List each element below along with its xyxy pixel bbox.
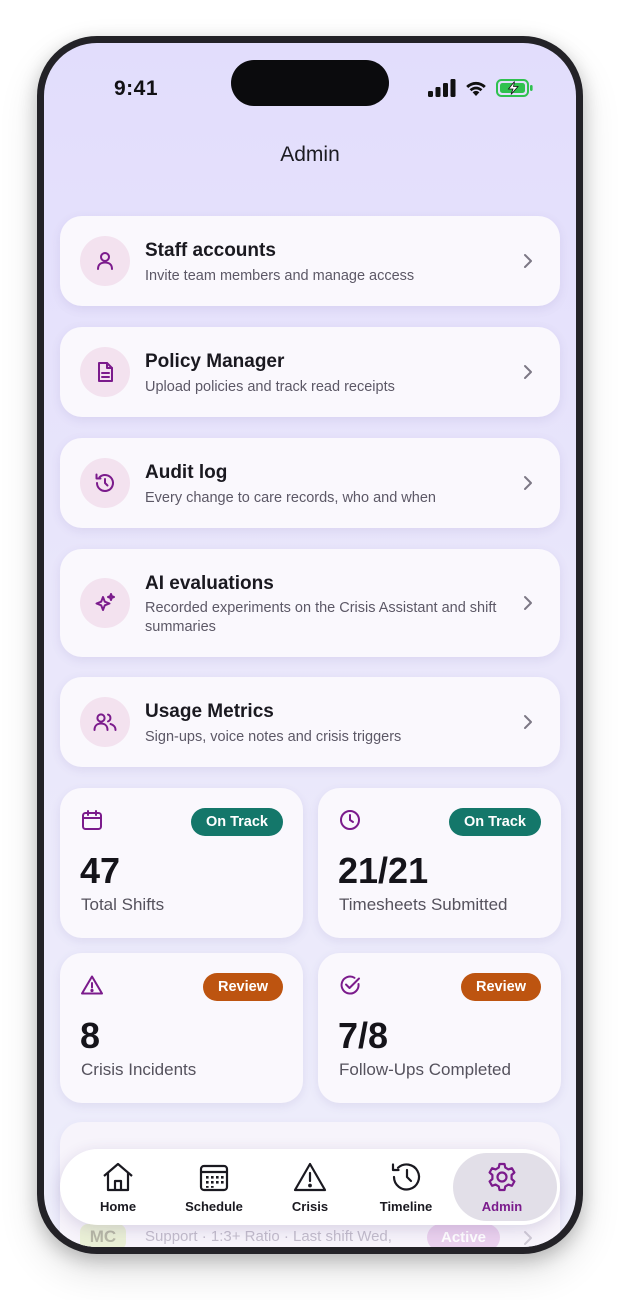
warning-icon bbox=[81, 975, 103, 995]
tab-schedule[interactable]: Schedule bbox=[166, 1149, 262, 1225]
chevron-right-icon bbox=[524, 365, 532, 379]
tab-timeline[interactable]: Timeline bbox=[358, 1149, 454, 1225]
menu-title: AI evaluations bbox=[145, 573, 274, 594]
stat-card-crisis-incidents[interactable]: Review 8 Crisis Incidents bbox=[60, 953, 303, 1103]
person-icon bbox=[80, 236, 130, 286]
clock-icon bbox=[340, 810, 360, 830]
tab-label: Crisis bbox=[291, 1199, 329, 1214]
tab-label: Schedule bbox=[185, 1199, 243, 1214]
users-icon bbox=[80, 697, 130, 747]
menu-title: Usage Metrics bbox=[145, 701, 274, 722]
menu-title: Staff accounts bbox=[145, 240, 276, 261]
status-badge: Active bbox=[427, 1224, 501, 1247]
stat-label: Total Shifts bbox=[81, 895, 165, 914]
stat-label: Timesheets Submitted bbox=[339, 895, 508, 914]
status-icons bbox=[428, 78, 534, 98]
tab-home[interactable]: Home bbox=[70, 1149, 166, 1225]
tab-admin[interactable]: Admin bbox=[453, 1149, 557, 1225]
chevron-right-icon bbox=[524, 715, 532, 729]
stat-value: 8 bbox=[80, 1015, 101, 1056]
battery-icon bbox=[496, 79, 533, 97]
menu-subtitle: Sign-ups, voice notes and crisis trigger… bbox=[145, 729, 402, 745]
warning-icon bbox=[293, 1162, 327, 1192]
history-icon bbox=[80, 458, 130, 508]
menu-card-policy-manager[interactable]: Policy Manager Upload policies and track… bbox=[60, 327, 560, 417]
menu-subtitle: Every change to care records, who and wh… bbox=[145, 490, 436, 506]
stat-card-timesheets[interactable]: On Track 21/21 Timesheets Submitted bbox=[318, 788, 561, 938]
menu-subtitle: Recorded experiments on the Crisis Assis… bbox=[145, 600, 497, 635]
stat-value: 47 bbox=[80, 850, 121, 891]
menu-subtitle: Upload policies and track read receipts bbox=[145, 379, 395, 395]
stat-value: 7/8 bbox=[338, 1015, 389, 1056]
menu-subtitle: Invite team members and manage access bbox=[145, 268, 415, 284]
chevron-right-icon bbox=[524, 596, 532, 610]
status-time: 9:41 bbox=[114, 77, 159, 100]
gear-icon bbox=[488, 1162, 516, 1192]
tab-label: Admin bbox=[481, 1199, 523, 1214]
status-badge: Review bbox=[203, 973, 283, 1001]
stat-label: Follow-Ups Completed bbox=[339, 1060, 511, 1079]
stat-card-follow-ups[interactable]: Review 7/8 Follow-Ups Completed bbox=[318, 953, 561, 1103]
chevron-right-icon bbox=[524, 476, 532, 490]
sparkle-icon bbox=[80, 578, 130, 628]
chevron-right-icon bbox=[524, 1231, 532, 1245]
chevron-right-icon bbox=[524, 254, 532, 268]
avatar: MC bbox=[80, 1224, 126, 1247]
stat-card-total-shifts[interactable]: On Track 47 Total Shifts bbox=[60, 788, 303, 938]
menu-card-staff-accounts[interactable]: Staff accounts Invite team members and m… bbox=[60, 216, 560, 306]
dynamic-island bbox=[231, 60, 389, 106]
menu-title: Audit log bbox=[145, 462, 228, 483]
stat-label: Crisis Incidents bbox=[81, 1060, 197, 1079]
phone-frame: 9:41 Admin Staff accounts Invite team me… bbox=[37, 36, 583, 1254]
tab-label: Timeline bbox=[379, 1199, 433, 1214]
bottom-tab-bar: Home Schedule Crisis Timeline Admin bbox=[60, 1149, 560, 1225]
calendar-grid-icon bbox=[199, 1164, 229, 1192]
menu-title: Policy Manager bbox=[145, 351, 285, 372]
app-screen: 9:41 Admin Staff accounts Invite team me… bbox=[44, 43, 576, 1247]
check-circle-icon bbox=[340, 975, 360, 995]
wifi-icon bbox=[466, 81, 486, 96]
page-title: Admin bbox=[280, 143, 340, 166]
tab-crisis[interactable]: Crisis bbox=[262, 1149, 358, 1225]
status-badge: On Track bbox=[190, 808, 283, 836]
history-icon bbox=[391, 1163, 421, 1191]
menu-card-ai-evaluations[interactable]: AI evaluations Recorded experiments on t… bbox=[60, 549, 560, 657]
tab-label: Home bbox=[99, 1199, 137, 1214]
menu-card-usage-metrics[interactable]: Usage Metrics Sign-ups, voice notes and … bbox=[60, 677, 560, 767]
status-badge: Review bbox=[461, 973, 541, 1001]
staff-subtitle: Support · 1:3+ Ratio · Last shift Wed, bbox=[145, 1228, 392, 1245]
menu-card-audit-log[interactable]: Audit log Every change to care records, … bbox=[60, 438, 560, 528]
document-icon bbox=[80, 347, 130, 397]
signal-icon bbox=[428, 79, 456, 97]
status-badge: On Track bbox=[448, 808, 541, 836]
calendar-icon bbox=[82, 810, 102, 830]
stat-value: 21/21 bbox=[338, 850, 429, 891]
home-icon bbox=[103, 1162, 133, 1192]
